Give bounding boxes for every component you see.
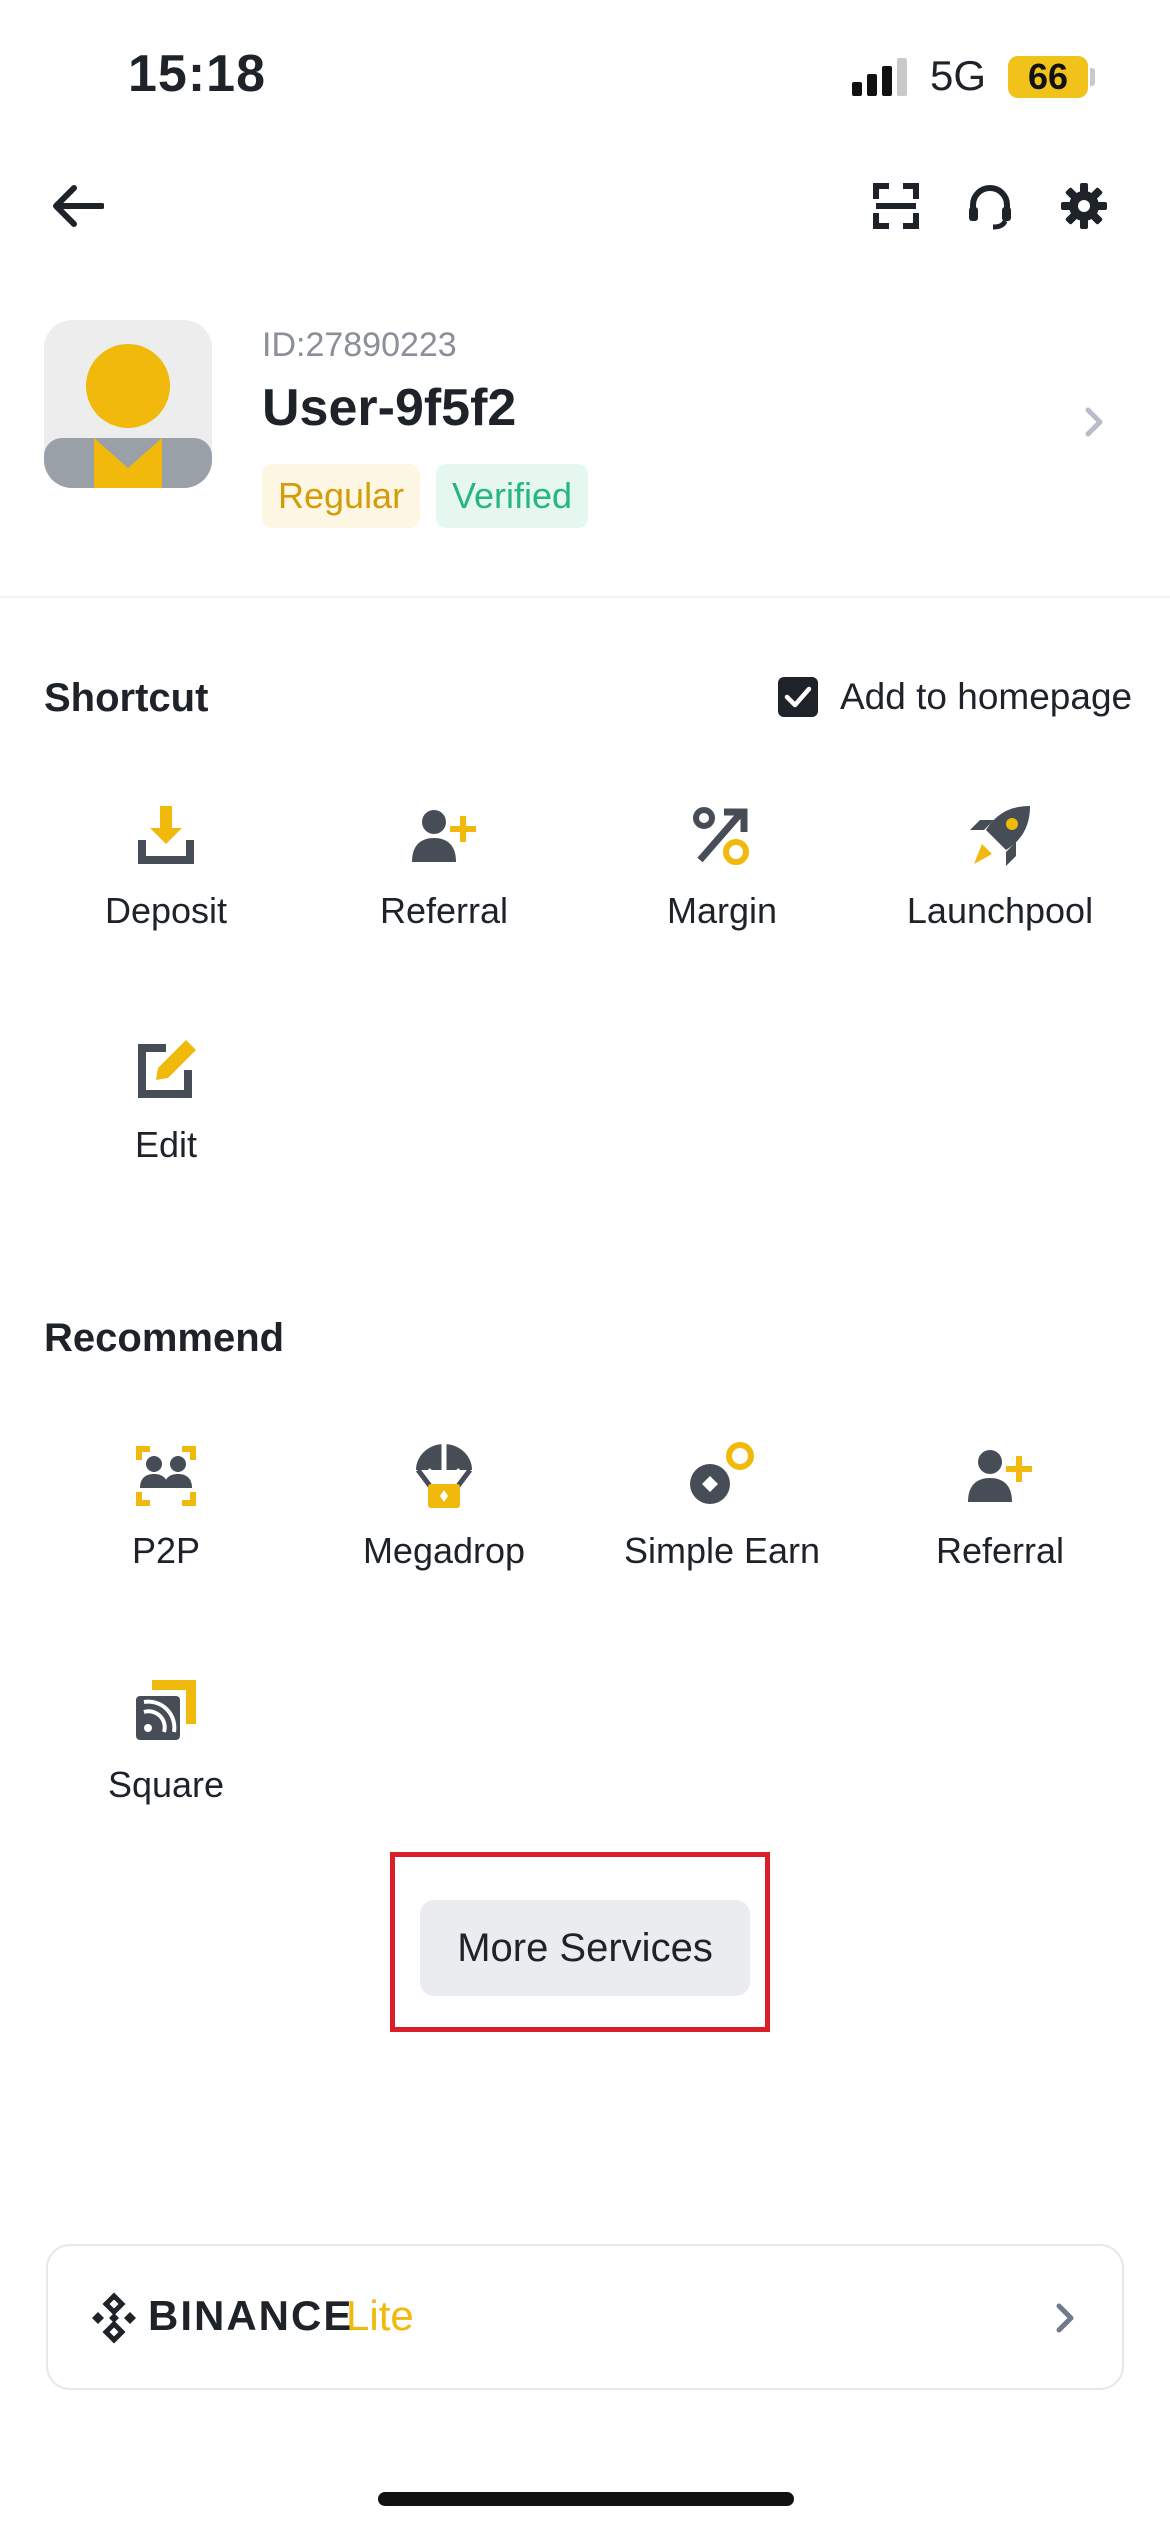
chevron-right-icon: [1085, 407, 1103, 437]
binance-lite-card[interactable]: BINANCE Lite: [46, 2244, 1124, 2390]
add-to-homepage-label: Add to homepage: [840, 676, 1133, 717]
shortcut-referral[interactable]: Referral: [305, 800, 583, 1000]
square-icon: [136, 1680, 196, 1740]
scan-button[interactable]: [866, 176, 926, 236]
back-button[interactable]: [48, 176, 108, 236]
edit-icon: [138, 1040, 196, 1098]
tile-label: Referral: [379, 890, 509, 931]
settings-button[interactable]: [1054, 176, 1114, 236]
tile-label: Launchpool: [906, 890, 1094, 931]
account-page: 15:18 5G 66 ID:27890223 User-9f5f2 Regul…: [0, 0, 1170, 2532]
shortcut-title: Shortcut: [44, 676, 209, 720]
badge-verified: Verified: [436, 464, 589, 528]
simple-earn-icon: [690, 1442, 754, 1504]
network-label: 5G: [930, 52, 987, 99]
lite-text: Lite: [346, 2292, 414, 2339]
binance-logo-icon: [92, 2292, 136, 2344]
badge-regular: Regular: [262, 464, 421, 528]
user-avatar-icon: [44, 344, 212, 488]
launchpool-icon: [970, 806, 1030, 866]
megadrop-icon: [416, 1444, 472, 1508]
tile-label: Margin: [666, 890, 778, 931]
arrow-left-icon: [53, 185, 104, 227]
shortcut-deposit[interactable]: Deposit: [27, 800, 305, 1000]
signal-icon: [852, 58, 912, 96]
more-services-button[interactable]: More Services: [420, 1900, 750, 1996]
shortcut-margin[interactable]: Margin: [583, 800, 861, 1000]
recommend-square[interactable]: Square: [27, 1674, 305, 1874]
chevron-right-icon: [1056, 2303, 1074, 2333]
tile-label: Deposit: [104, 890, 228, 931]
referral-icon: [968, 1450, 1032, 1502]
gear-icon: [1061, 183, 1107, 229]
tile-label: Megadrop: [362, 1530, 526, 1571]
deposit-icon: [138, 806, 194, 864]
home-indicator: [378, 2492, 794, 2506]
shortcut-launchpool[interactable]: Launchpool: [861, 800, 1139, 1000]
binance-brand-text: BINANCE: [148, 2292, 354, 2339]
shortcut-edit[interactable]: Edit: [27, 1034, 305, 1234]
tile-label: Simple Earn: [623, 1530, 821, 1571]
support-button[interactable]: [960, 176, 1020, 236]
recommend-megadrop[interactable]: Megadrop: [305, 1440, 583, 1640]
tile-label: Edit: [134, 1124, 198, 1165]
headset-icon: [969, 185, 1011, 230]
p2p-icon: [136, 1446, 196, 1506]
username: User-9f5f2: [262, 379, 517, 437]
avatar[interactable]: [44, 320, 212, 488]
recommend-p2p[interactable]: P2P: [27, 1440, 305, 1640]
profile-chevron-button[interactable]: [1076, 400, 1112, 444]
recommend-title: Recommend: [44, 1316, 285, 1360]
tile-label: Square: [107, 1764, 225, 1805]
scan-icon: [873, 183, 919, 229]
recommend-referral[interactable]: Referral: [861, 1440, 1139, 1640]
profile-divider: [0, 596, 1170, 598]
user-id: ID:27890223: [262, 326, 457, 364]
recommend-simple-earn[interactable]: Simple Earn: [583, 1440, 861, 1640]
tile-label: Referral: [935, 1530, 1065, 1571]
referral-icon: [412, 810, 476, 862]
add-to-homepage-toggle[interactable]: Add to homepage: [778, 676, 1132, 718]
checkbox-checked-icon[interactable]: [778, 677, 818, 717]
margin-icon: [693, 807, 749, 865]
status-time: 15:18: [128, 45, 266, 103]
tile-label: P2P: [131, 1530, 201, 1571]
battery-tip: [1090, 68, 1095, 86]
battery-icon: 66: [1008, 56, 1088, 98]
